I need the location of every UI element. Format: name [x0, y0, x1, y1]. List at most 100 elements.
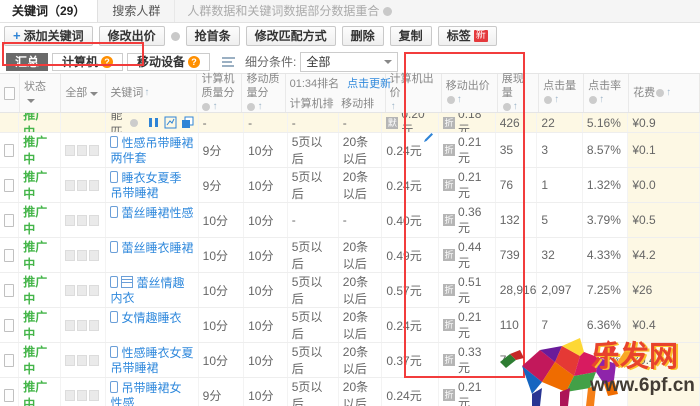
discount-badge: 折: [443, 179, 456, 191]
keyword-link[interactable]: 性感吊带睡裙两件套: [110, 136, 193, 165]
keyword-link[interactable]: 睡衣女夏季 吊带睡裙: [110, 171, 181, 200]
keyword-row: 推广中 蕾丝情趣内衣 10分 10分 5页以后 20条以后 0.57元折 0.51元 28,91…: [0, 273, 700, 308]
cell-ctr: 7.25%: [583, 273, 629, 307]
cell-pc_bid[interactable]: 0.24元: [382, 378, 440, 406]
cell-value: ¥4.2: [632, 248, 656, 262]
cell-mo_bid[interactable]: 折 0.21元: [439, 168, 496, 202]
discount-badge: 折: [443, 319, 456, 331]
cell-cost: ¥26: [628, 273, 700, 307]
status-badge: 推广中: [23, 240, 48, 271]
cell-value: 10分: [248, 388, 274, 403]
edit-bid-icon[interactable]: [423, 133, 434, 146]
cell-cost: ¥4.2: [628, 238, 700, 272]
cell-value: 10分: [202, 248, 229, 263]
creative-thumbnail: [77, 249, 88, 261]
keyword-link[interactable]: 蕾丝睡裙性感: [121, 206, 193, 220]
help-icon[interactable]: ?: [101, 55, 114, 68]
cell-pc_bid[interactable]: 0.24元: [382, 133, 440, 167]
header-clicks[interactable]: 点击量 ↑: [539, 74, 585, 112]
header-pc-bid[interactable]: 计算机出价 ↑: [386, 73, 442, 112]
tab-audience[interactable]: 搜索人群: [98, 0, 176, 22]
cell-pc_bid[interactable]: 0.37元: [382, 343, 440, 377]
header-mobile-bid[interactable]: 移动出价 ↑: [442, 74, 498, 112]
duplicate-icon[interactable]: [181, 116, 194, 129]
discount-badge: 折: [443, 354, 456, 366]
cell-value: 10分: [248, 143, 274, 158]
delete-button[interactable]: 删除: [341, 26, 384, 46]
cell-pc_bid[interactable]: 0.57元: [382, 273, 440, 307]
cell-mo_rank: -: [339, 203, 383, 237]
header-status[interactable]: 状态: [20, 74, 62, 112]
cell-mo_q: 10分: [244, 343, 288, 377]
pencil-icon[interactable]: [423, 133, 434, 143]
select-all-checkbox[interactable]: [4, 86, 15, 100]
row-checkbox[interactable]: [4, 143, 15, 157]
keyword-link[interactable]: 女情趣睡衣: [121, 311, 181, 325]
add-keyword-button[interactable]: + 添加关键词: [4, 26, 93, 46]
cell-pc_bid[interactable]: 0.24元: [382, 308, 440, 342]
header-impressions[interactable]: 展现量 ↑: [498, 73, 540, 112]
cell-mo_bid[interactable]: 折 0.36元: [439, 203, 496, 237]
edit-match-button[interactable]: 修改匹配方式: [245, 26, 336, 46]
cell-keyword: 女情趣睡衣: [106, 308, 199, 342]
cell-creative: [61, 133, 107, 167]
mobile-bid-value: 0.33元: [458, 344, 482, 375]
header-cost[interactable]: 花费 ↑: [629, 74, 700, 112]
pause-icon[interactable]: [147, 116, 160, 129]
row-checkbox[interactable]: [4, 353, 15, 367]
keyword-link[interactable]: 吊带睡裙女 性感: [110, 381, 181, 406]
cell-pc_bid[interactable]: 0.49元: [382, 238, 440, 272]
grab-top-button[interactable]: 抢首条: [185, 26, 240, 46]
cell-mo_bid[interactable]: 折 0.44元: [439, 238, 496, 272]
keyword-link[interactable]: 蕾丝睡衣睡裙: [121, 241, 193, 255]
cell-mo_bid[interactable]: 折 0.33元: [439, 343, 496, 377]
cell-ctr: 1.32%: [583, 168, 629, 202]
edit-bid-button[interactable]: 修改出价: [98, 26, 165, 46]
row-checkbox[interactable]: [4, 213, 15, 227]
cell-mo_bid[interactable]: 折 0.51元: [439, 273, 496, 307]
row-checkbox[interactable]: [4, 283, 15, 297]
sort-up-icon: ↑: [212, 101, 218, 112]
row-checkbox[interactable]: [4, 248, 15, 262]
header-ctr[interactable]: 点击率 ↑: [584, 74, 630, 112]
cell-value: ¥0.1: [632, 143, 656, 157]
row-checkbox[interactable]: [4, 388, 15, 402]
row-checkbox[interactable]: [4, 178, 15, 192]
cell-mo_bid[interactable]: 折 0.18元: [439, 113, 496, 132]
cell-check: [0, 203, 20, 237]
cell-value: 79: [499, 353, 514, 367]
discount-badge: 折: [443, 214, 456, 226]
tab-keywords[interactable]: 关键词（29）: [0, 0, 99, 22]
condition-select[interactable]: 全部: [300, 51, 399, 72]
chevron-down-icon: [384, 60, 393, 68]
tab-summary[interactable]: 汇总: [6, 52, 49, 71]
cell-pc_bid[interactable]: 0.40元: [382, 203, 440, 237]
cell-mo_bid[interactable]: 折 0.21元: [439, 378, 496, 406]
cell-value: 32: [541, 248, 555, 262]
rank-time-label: 01:34排名: [289, 78, 340, 90]
header-creative-filter[interactable]: 全部: [61, 74, 107, 112]
discount-badge: 折: [443, 116, 456, 129]
header-pc-quality[interactable]: 计算机质量分 ↑: [197, 73, 243, 112]
cell-pc_bid[interactable]: 0.24元: [382, 168, 440, 202]
copy-button[interactable]: 复制: [389, 26, 432, 46]
refresh-rank-link[interactable]: 点击更新: [347, 74, 391, 94]
custom-columns-icon[interactable]: [222, 56, 236, 68]
keyword-link[interactable]: 性感睡衣女夏吊带睡裙: [110, 346, 193, 375]
tab-computer[interactable]: 计算机?: [52, 52, 124, 71]
line-chart-icon[interactable]: [164, 116, 177, 129]
cell-pc_bid[interactable]: 默 0.20元: [382, 113, 440, 132]
cell-value: 132: [499, 213, 520, 227]
row-checkbox[interactable]: [4, 318, 15, 332]
header-keyword[interactable]: 关键词 ↑: [106, 74, 198, 112]
tab-mobile[interactable]: 移动设备?: [127, 52, 211, 71]
cell-mo_bid[interactable]: 折 0.21元: [439, 133, 496, 167]
creative-thumbnail: [65, 249, 76, 261]
cell-value: 20条以后: [342, 345, 369, 376]
header-mobile-quality[interactable]: 移动质量分 ↑: [242, 73, 286, 112]
cell-pc_rank: 5页以后: [288, 308, 339, 342]
cell-value: 7.25%: [586, 283, 621, 297]
cell-mo_bid[interactable]: 折 0.21元: [439, 308, 496, 342]
help-icon[interactable]: ?: [188, 55, 201, 68]
tag-button[interactable]: 标签新: [437, 26, 497, 46]
